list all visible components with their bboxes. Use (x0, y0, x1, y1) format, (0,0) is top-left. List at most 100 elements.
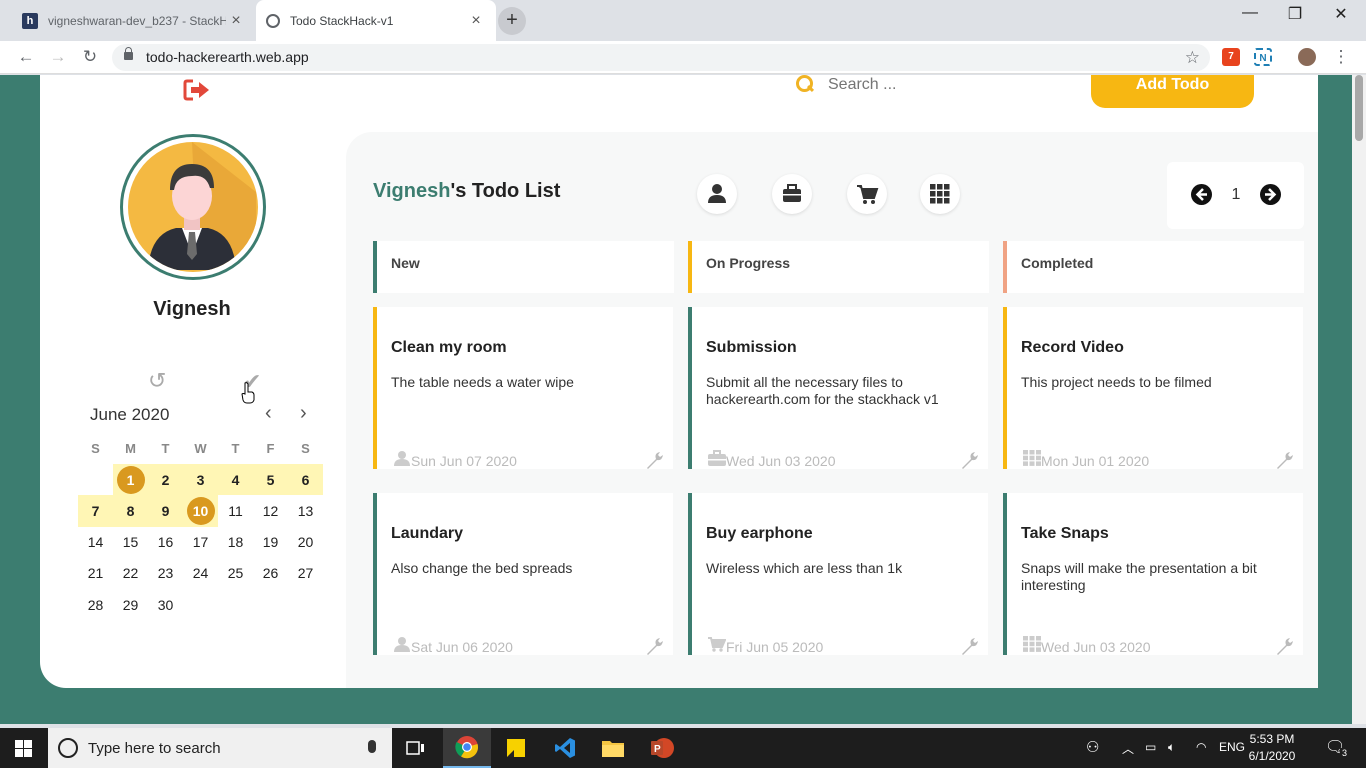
reload-icon[interactable]: ↻ (79, 46, 101, 68)
search-input[interactable] (828, 76, 1068, 94)
calendar-day[interactable]: 16 (148, 527, 183, 558)
people-icon[interactable]: ⚇ (1086, 738, 1099, 756)
calendar-week: 7 8 9 10 11 12 13 (78, 495, 324, 527)
browser-menu-icon[interactable]: ⋮ (1330, 46, 1352, 68)
wrench-icon[interactable] (960, 451, 980, 469)
show-hidden-icons-icon[interactable]: ︿ (1122, 740, 1134, 757)
calendar-day[interactable]: 30 (148, 589, 183, 620)
todo-card[interactable]: Take Snaps Snaps will make the presentat… (1003, 493, 1303, 655)
wrench-icon[interactable] (645, 637, 665, 655)
back-icon[interactable]: ← (15, 46, 37, 68)
todo-card[interactable]: Laundary Also change the bed spreads Sat… (373, 493, 673, 655)
forward-icon[interactable]: → (47, 46, 69, 68)
calendar-day[interactable]: 24 (183, 558, 218, 589)
taskbar-search-box[interactable]: Type here to search (48, 728, 392, 768)
calendar-day[interactable]: 8 (113, 495, 148, 527)
todo-card[interactable]: Buy earphone Wireless which are less tha… (688, 493, 988, 655)
calendar-day[interactable]: 17 (183, 527, 218, 558)
filter-shopping-button[interactable] (847, 174, 887, 214)
bookmark-star-icon[interactable]: ☆ (1185, 44, 1200, 71)
minimize-window-icon[interactable]: — (1235, 4, 1265, 22)
sticky-notes-icon[interactable] (492, 728, 540, 768)
windows-start-icon[interactable] (15, 740, 32, 757)
calendar-day[interactable]: 3 (183, 464, 218, 496)
file-explorer-icon[interactable] (589, 728, 637, 768)
wrench-icon[interactable] (960, 637, 980, 655)
calendar-day[interactable]: 21 (78, 558, 113, 589)
powerpoint-icon[interactable]: P (638, 728, 686, 768)
calendar-day[interactable]: 14 (78, 527, 113, 558)
filter-others-button[interactable] (920, 174, 960, 214)
calendar-day[interactable]: 26 (253, 558, 288, 589)
windows-taskbar: Type here to search P ⚇ ︿ ▭ 🔈︎ ◠ ENG 5:5… (0, 728, 1366, 768)
calendar-day[interactable]: 4 (218, 464, 253, 496)
tab-stackhack[interactable]: h vigneshwaran-dev_b237 - StackH × (12, 0, 256, 41)
extension-n-icon[interactable]: N (1254, 48, 1272, 66)
volume-icon[interactable]: 🔈︎ (1168, 740, 1175, 755)
todo-card[interactable]: Record Video This project needs to be fi… (1003, 307, 1303, 469)
calendar-day[interactable]: 13 (288, 495, 323, 526)
calendar-day[interactable]: 27 (288, 558, 323, 589)
filter-personal-button[interactable] (697, 174, 737, 214)
profile-avatar[interactable] (1298, 48, 1316, 66)
calendar-week: 21 22 23 24 25 26 27 (78, 558, 324, 589)
calendar-day[interactable]: 25 (218, 558, 253, 589)
battery-icon[interactable]: ▭ (1145, 740, 1156, 754)
prev-page-icon[interactable] (1191, 184, 1212, 205)
dow-label: T (231, 441, 240, 457)
new-tab-button[interactable]: + (498, 7, 526, 35)
close-tab-icon[interactable]: × (466, 12, 486, 30)
calendar-day[interactable]: 15 (113, 527, 148, 558)
next-page-icon[interactable] (1260, 184, 1281, 205)
calendar-prev-icon[interactable]: ‹ (265, 402, 272, 425)
dow-label: F (266, 441, 275, 457)
calendar-day[interactable]: 29 (113, 589, 148, 620)
page-scrollbar[interactable] (1352, 75, 1366, 724)
reset-icon[interactable]: ↺ (148, 368, 166, 394)
todo-date: Wed Jun 03 2020 (726, 453, 836, 469)
calendar-day[interactable]: 28 (78, 589, 113, 620)
todo-card[interactable]: Submission Submit all the necessary file… (688, 307, 988, 469)
calendar-day[interactable]: 1 (113, 464, 148, 496)
todo-date: Wed Jun 03 2020 (1041, 639, 1151, 655)
calendar-day[interactable]: 22 (113, 558, 148, 589)
calendar-day[interactable]: 5 (253, 464, 288, 496)
todo-card[interactable]: Clean my room The table needs a water wi… (373, 307, 673, 469)
extension-icon[interactable]: 7 (1222, 48, 1240, 66)
todo-date: Sat Jun 06 2020 (411, 639, 513, 655)
calendar-day-today[interactable]: 10 (183, 495, 218, 527)
logout-icon[interactable] (183, 79, 211, 101)
address-bar[interactable]: todo-hackerearth.web.app ☆ (112, 44, 1210, 71)
calendar-day[interactable]: 7 (78, 495, 113, 527)
calendar-day[interactable]: 9 (148, 495, 183, 527)
wrench-icon[interactable] (645, 451, 665, 469)
calendar-day[interactable]: 19 (253, 527, 288, 558)
close-tab-icon[interactable]: × (226, 12, 246, 30)
scrollbar-thumb[interactable] (1355, 75, 1363, 141)
close-window-icon[interactable]: ✕ (1326, 4, 1356, 24)
calendar-day[interactable]: 20 (288, 527, 323, 558)
vscode-icon[interactable] (541, 728, 589, 768)
microphone-icon[interactable] (368, 740, 376, 753)
svg-text:P: P (654, 744, 661, 755)
wrench-icon[interactable] (1275, 637, 1295, 655)
calendar-next-icon[interactable]: › (300, 402, 307, 425)
task-view-icon[interactable] (392, 728, 440, 768)
calendar-day[interactable]: 11 (218, 495, 253, 526)
tab-todo-active[interactable]: Todo StackHack-v1 × (256, 0, 496, 41)
calendar-day[interactable]: 18 (218, 527, 253, 558)
taskbar-clock[interactable]: 5:53 PM 6/1/2020 (1238, 731, 1306, 765)
calendar-day[interactable]: 2 (148, 464, 183, 496)
tab-title: Todo StackHack-v1 (290, 13, 394, 28)
wrench-icon[interactable] (1275, 451, 1295, 469)
add-todo-button[interactable]: Add Todo (1091, 75, 1254, 108)
chrome-taskbar-icon[interactable] (443, 728, 491, 768)
restore-window-icon[interactable]: ❐ (1280, 4, 1310, 24)
calendar-day[interactable]: 12 (253, 495, 288, 526)
wifi-icon[interactable]: ◠ (1196, 740, 1206, 754)
user-name: Vignesh (153, 298, 231, 320)
calendar-day[interactable]: 6 (288, 464, 323, 496)
filter-work-button[interactable] (772, 174, 812, 214)
calendar-day[interactable]: 23 (148, 558, 183, 589)
clock-date: 6/1/2020 (1248, 749, 1296, 763)
